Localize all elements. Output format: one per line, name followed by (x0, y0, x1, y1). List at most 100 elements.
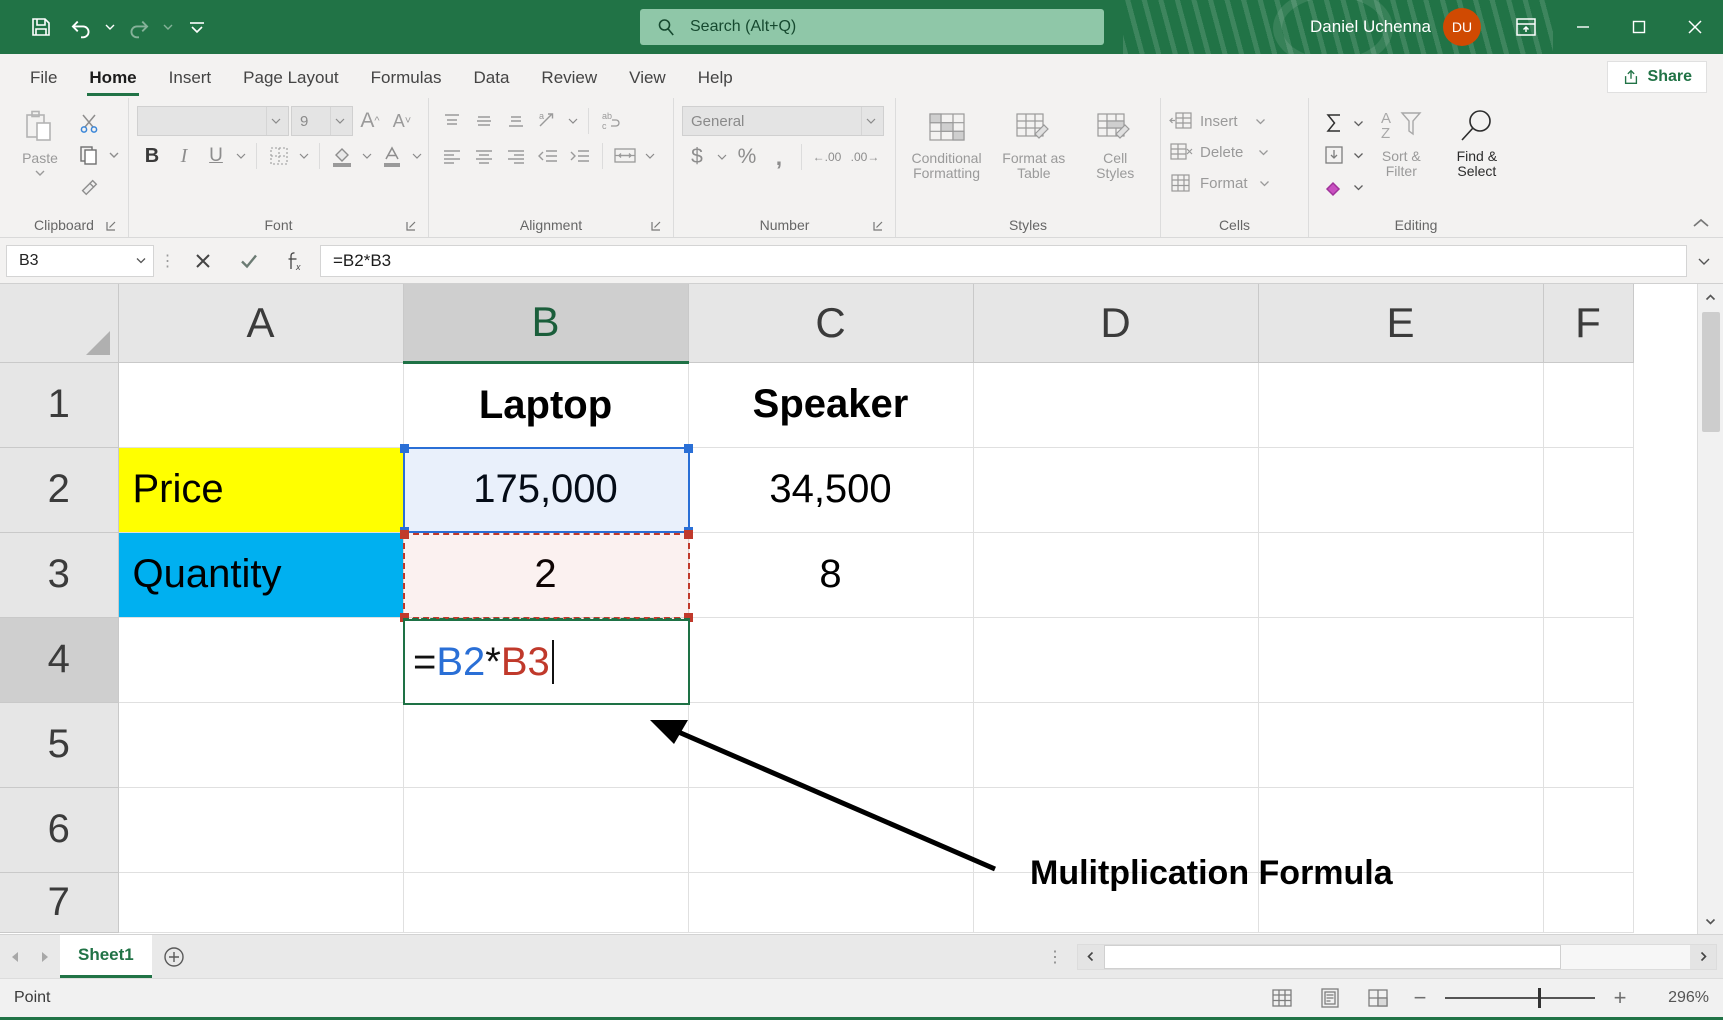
decrease-decimal-icon[interactable]: ←.00 (809, 142, 845, 172)
column-header-d[interactable]: D (973, 284, 1258, 362)
align-middle-icon[interactable] (469, 106, 499, 136)
cell-C6[interactable] (688, 787, 973, 872)
tab-insert[interactable]: Insert (153, 58, 228, 98)
cell-C1[interactable]: Speaker (688, 362, 973, 447)
fill-color-icon[interactable] (327, 141, 357, 171)
cell-F7[interactable] (1543, 872, 1633, 932)
row-header-1[interactable]: 1 (0, 362, 118, 447)
increase-decimal-icon[interactable]: .00→ (847, 142, 883, 172)
underline-chevron-down-icon[interactable] (233, 141, 249, 171)
number-dialog-launcher-icon[interactable] (871, 219, 885, 233)
cell-A7[interactable] (118, 872, 403, 932)
font-name-chevron-down-icon[interactable] (266, 107, 284, 135)
zoom-in-button[interactable]: + (1609, 985, 1631, 1011)
undo-dropdown-chevron-down-icon[interactable] (102, 8, 118, 46)
avatar[interactable]: DU (1443, 8, 1481, 46)
alignment-dialog-launcher-icon[interactable] (649, 219, 663, 233)
font-color-icon[interactable] (377, 141, 407, 171)
tab-view[interactable]: View (613, 58, 682, 98)
column-header-b[interactable]: B (403, 284, 688, 362)
account-name[interactable]: Daniel Uchenna (1310, 17, 1431, 37)
zoom-out-button[interactable]: − (1409, 985, 1431, 1011)
formula-bar-splitter[interactable]: ⋮ (158, 251, 178, 271)
row-header-3[interactable]: 3 (0, 532, 118, 617)
borders-chevron-down-icon[interactable] (296, 141, 312, 171)
cell-F5[interactable] (1543, 702, 1633, 787)
add-sheet-icon[interactable] (152, 935, 196, 978)
conditional-formatting-button[interactable]: Conditional Formatting (904, 106, 989, 182)
cell-E1[interactable] (1258, 362, 1543, 447)
previous-sheet-icon[interactable] (8, 949, 22, 965)
scissors-icon[interactable] (72, 108, 106, 138)
align-center-icon[interactable] (469, 141, 499, 171)
fill-icon[interactable] (1317, 140, 1351, 170)
clear-icon[interactable] (1317, 172, 1351, 202)
autosum-icon[interactable] (1317, 108, 1351, 138)
cell-B1[interactable]: Laptop (403, 362, 688, 447)
cell-A4[interactable] (118, 617, 403, 702)
cell-E5[interactable] (1258, 702, 1543, 787)
format-cells-button[interactable]: Format (1169, 168, 1274, 198)
cell-B6[interactable] (403, 787, 688, 872)
merge-chevron-down-icon[interactable] (642, 141, 658, 171)
close-icon[interactable] (1667, 0, 1723, 54)
accounting-chevron-down-icon[interactable] (714, 142, 730, 172)
wrap-text-icon[interactable]: ab c (596, 106, 626, 136)
horizontal-scrollbar-track[interactable] (1104, 945, 1690, 969)
scroll-down-icon[interactable] (1698, 908, 1723, 934)
cell-B7[interactable] (403, 872, 688, 932)
cell-C4[interactable] (688, 617, 973, 702)
cell-D2[interactable] (973, 447, 1258, 532)
collapse-ribbon-icon[interactable] (1691, 217, 1711, 231)
tab-file[interactable]: File (14, 58, 73, 98)
number-format-select[interactable]: General (682, 106, 884, 136)
cell-D1[interactable] (973, 362, 1258, 447)
cell-D4[interactable] (973, 617, 1258, 702)
tab-help[interactable]: Help (682, 58, 749, 98)
cell-F6[interactable] (1543, 787, 1633, 872)
font-size-input[interactable]: 9 (291, 106, 353, 136)
sheet-tab-sheet1[interactable]: Sheet1 (60, 935, 152, 978)
row-header-4[interactable]: 4 (0, 617, 118, 702)
column-header-c[interactable]: C (688, 284, 973, 362)
decrease-font-size-icon[interactable]: A˅ (387, 106, 417, 136)
decrease-indent-icon[interactable] (533, 141, 563, 171)
percent-style-icon[interactable]: % (732, 142, 762, 172)
delete-cells-button[interactable]: Delete (1169, 137, 1273, 167)
zoom-slider[interactable] (1445, 997, 1595, 999)
italic-button[interactable]: I (169, 141, 199, 171)
next-sheet-icon[interactable] (38, 949, 52, 965)
ribbon-display-options-icon[interactable] (1497, 0, 1555, 54)
borders-icon[interactable] (264, 141, 294, 171)
cell-E4[interactable] (1258, 617, 1543, 702)
underline-button[interactable]: U (201, 141, 231, 171)
cell-F3[interactable] (1543, 532, 1633, 617)
font-color-chevron-down-icon[interactable] (409, 141, 425, 171)
row-header-5[interactable]: 5 (0, 702, 118, 787)
cell-D5[interactable] (973, 702, 1258, 787)
minimize-icon[interactable] (1555, 0, 1611, 54)
cell-F4[interactable] (1543, 617, 1633, 702)
tab-home[interactable]: Home (73, 58, 152, 98)
scroll-left-icon[interactable] (1078, 945, 1104, 969)
font-name-input[interactable] (137, 106, 289, 136)
find-and-select-button[interactable]: Find & Select (1439, 104, 1515, 180)
tab-formulas[interactable]: Formulas (355, 58, 458, 98)
cell-A3[interactable]: Quantity (118, 532, 403, 617)
zoom-level-label[interactable]: 296% (1645, 989, 1709, 1007)
expand-formula-bar-icon[interactable] (1691, 256, 1717, 266)
row-header-7[interactable]: 7 (0, 872, 118, 932)
cell-B4[interactable] (403, 617, 688, 702)
cell-F1[interactable] (1543, 362, 1633, 447)
align-bottom-icon[interactable] (501, 106, 531, 136)
font-dialog-launcher-icon[interactable] (404, 219, 418, 233)
cell-B3[interactable]: 2 (403, 532, 688, 617)
insert-cells-button[interactable]: Insert (1169, 106, 1270, 136)
row-header-2[interactable]: 2 (0, 447, 118, 532)
page-layout-view-icon[interactable] (1313, 984, 1347, 1012)
align-top-icon[interactable] (437, 106, 467, 136)
cell-B5[interactable] (403, 702, 688, 787)
row-header-6[interactable]: 6 (0, 787, 118, 872)
font-size-chevron-down-icon[interactable] (330, 107, 348, 135)
formula-input[interactable]: =B2*B3 (320, 245, 1687, 277)
